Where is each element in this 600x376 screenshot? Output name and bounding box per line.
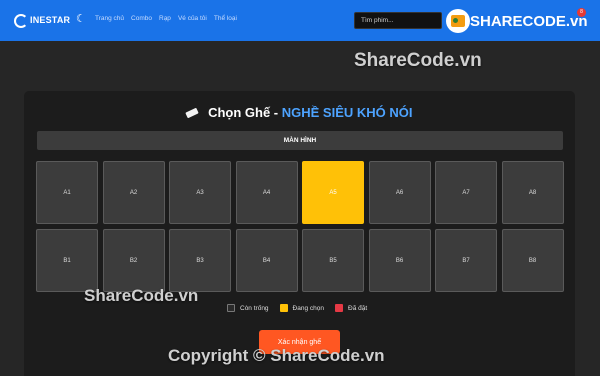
seat-a4[interactable]: A4 — [235, 161, 298, 224]
selecting-swatch-icon — [279, 304, 288, 312]
seat-a1[interactable]: A1 — [36, 161, 98, 224]
notification-badge: 8 — [577, 8, 586, 17]
seat-row: A1 A2 A3 A4 A5 A6 A7 A8 — [36, 161, 564, 224]
screen-indicator: MÀN HÌNH — [37, 131, 563, 150]
seat-b1[interactable]: B1 — [36, 229, 98, 292]
watermark-bottom: Copyright © ShareCode.vn — [168, 346, 385, 365]
seat-a3[interactable]: A3 — [169, 161, 231, 224]
booked-swatch-icon — [335, 304, 343, 312]
seat-b5[interactable]: B5 — [302, 229, 364, 292]
seat-a8[interactable]: A8 — [501, 161, 564, 224]
seat-b3[interactable]: B3 — [169, 229, 231, 292]
seat-a5[interactable]: A5 — [302, 161, 364, 224]
page-title: Chọn Ghế - NGHỀ SIÊU KHÓ NÓI — [24, 105, 575, 120]
seat-b2[interactable]: B2 — [102, 229, 165, 292]
nav-item-cinemas[interactable]: Rạp — [159, 15, 171, 22]
seat-row: B1 B2 B3 B4 B5 B6 B7 B8 — [36, 229, 564, 292]
nav-item-my-tickets[interactable]: Vé của tôi — [178, 15, 207, 22]
nav-item-genres[interactable]: Thể loại — [214, 15, 237, 22]
cinestar-logo[interactable]: INESTAR — [14, 12, 70, 30]
legend-empty-label: Còn trống — [240, 304, 269, 312]
seat-legend: Còn trống Đang chọn Đã đặt — [227, 304, 367, 312]
legend-selecting-label: Đang chọn — [292, 304, 324, 312]
movie-name: NGHỀ SIÊU KHÓ NÓI — [281, 105, 413, 120]
logo-c-icon — [14, 14, 28, 28]
seat-b8[interactable]: B8 — [501, 229, 564, 292]
logo-text: INESTAR — [30, 15, 71, 25]
seat-b6[interactable]: B6 — [368, 229, 431, 292]
seat-grid: A1 A2 A3 A4 A5 A6 A7 A8 B1 B2 B3 B4 B5 B6 B7 B8 — [36, 161, 564, 297]
seat-b7[interactable]: B7 — [435, 229, 497, 292]
seat-a2[interactable]: A2 — [102, 161, 165, 224]
seat-a6[interactable]: A6 — [368, 161, 431, 224]
seat-selection-panel: Chọn Ghế - NGHỀ SIÊU KHÓ NÓI MÀN HÌNH A1… — [24, 91, 575, 376]
empty-swatch-icon — [227, 304, 235, 312]
title-label: Chọn Ghế - — [208, 105, 279, 120]
watermark-middle: ShareCode.vn — [84, 286, 199, 305]
main-nav: Trang chủ Combo Rạp Vé của tôi Thể loại — [95, 15, 237, 22]
nav-item-home[interactable]: Trang chủ — [95, 15, 124, 22]
seat-b4[interactable]: B4 — [235, 229, 298, 292]
sharecode-logo-icon — [446, 9, 470, 33]
sharecode-brand-logo: SHARECODE.vn — [446, 9, 588, 33]
nav-item-combo[interactable]: Combo — [131, 15, 152, 22]
moon-icon[interactable]: ☾ — [76, 13, 88, 25]
legend-selecting: Đang chọn — [279, 304, 324, 312]
brand-text: SHARECODE.vn — [470, 13, 588, 30]
top-navbar: INESTAR ☾ Trang chủ Combo Rạp Vé của tôi… — [0, 0, 600, 41]
seat-a7[interactable]: A7 — [435, 161, 497, 224]
legend-empty: Còn trống — [227, 304, 269, 312]
search-input[interactable] — [354, 12, 442, 29]
legend-booked-label: Đã đặt — [348, 304, 368, 312]
legend-booked: Đã đặt — [335, 304, 367, 312]
ticket-icon — [185, 107, 200, 119]
watermark-top: ShareCode.vn — [354, 50, 482, 71]
